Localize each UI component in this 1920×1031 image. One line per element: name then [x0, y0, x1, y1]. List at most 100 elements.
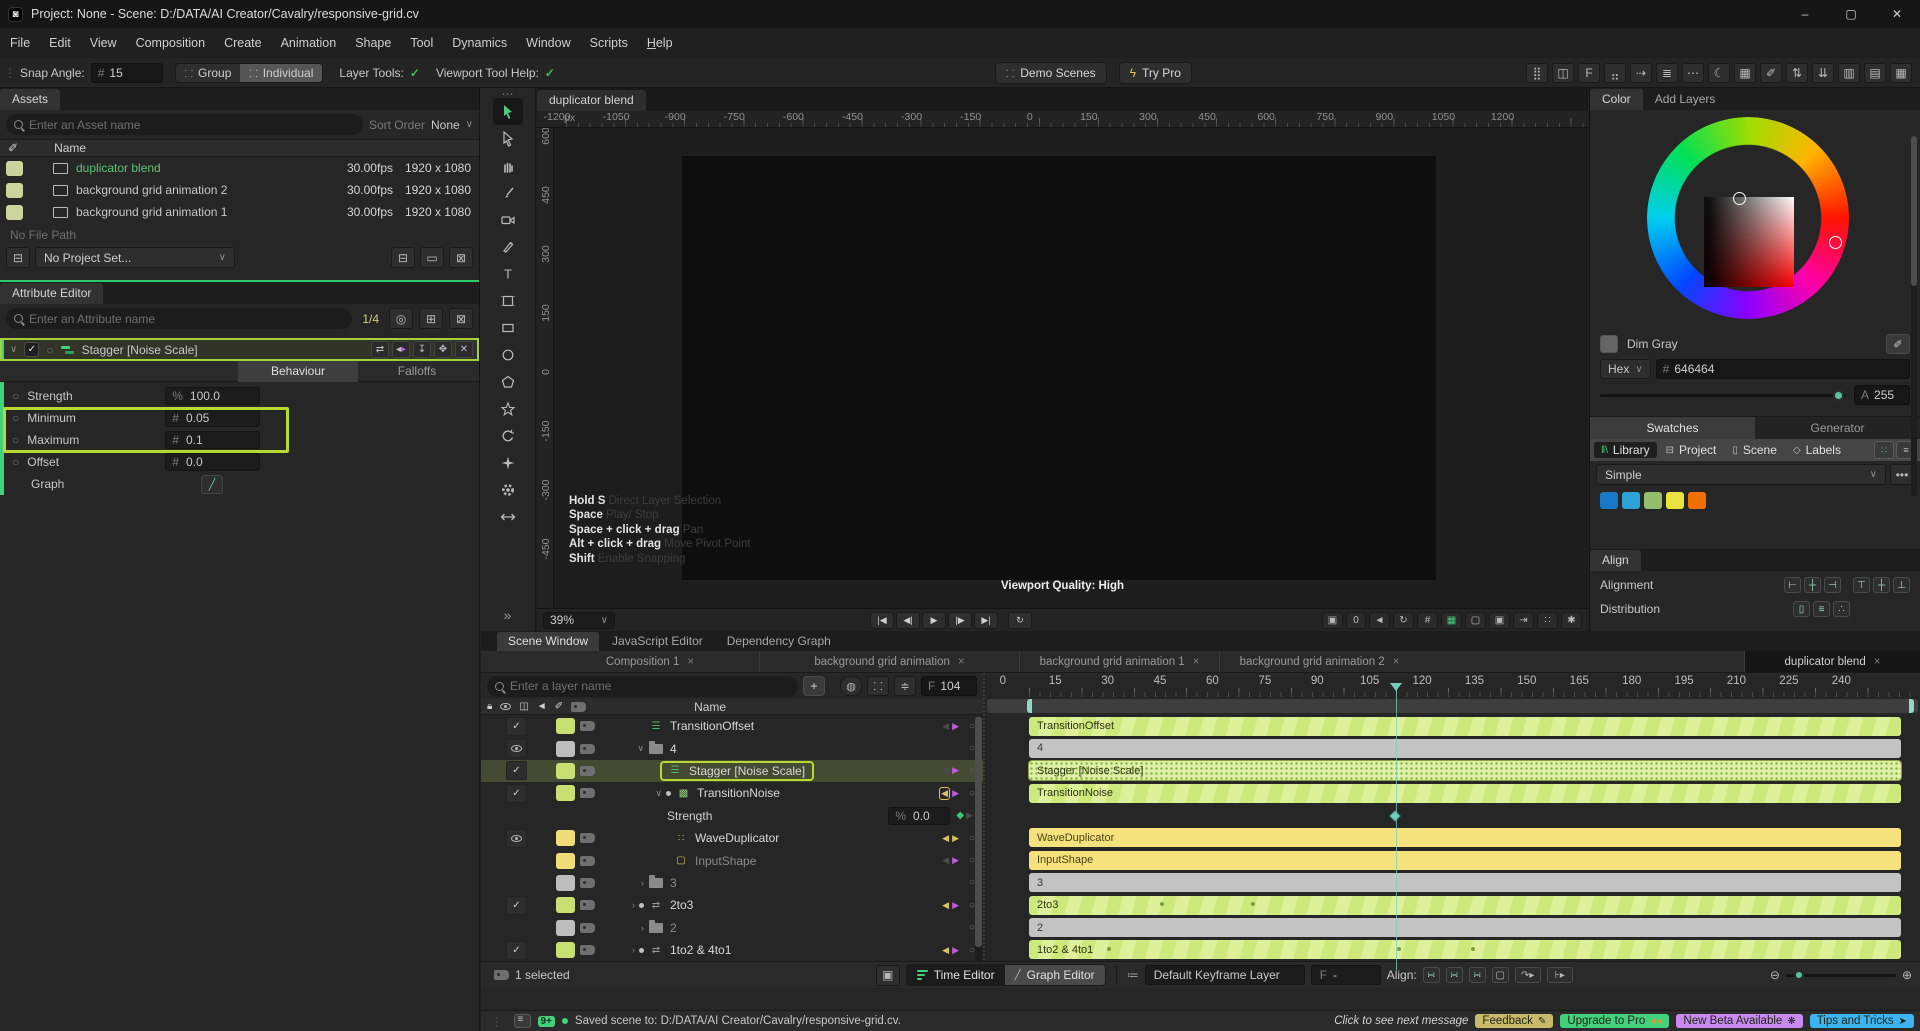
folder-icon[interactable]: ⊟ — [391, 247, 415, 268]
zoom-in-icon[interactable]: ⊕ — [1902, 968, 1912, 982]
settings-tool[interactable] — [493, 476, 523, 503]
asset-row[interactable]: duplicator blend 30.00fps 1920 x 1080 — [0, 157, 479, 179]
tab-falloffs[interactable]: Falloffs — [358, 361, 476, 382]
collapse-icon[interactable]: ∨ — [637, 743, 644, 754]
group-mode-button[interactable]: ⸬ Group — [176, 64, 241, 82]
display-icon[interactable]: ▢ — [1465, 611, 1486, 629]
panel-scrollbar[interactable] — [1911, 136, 1917, 496]
distribute-v-button[interactable]: ≡ — [1813, 601, 1830, 617]
saturation-value-square[interactable] — [1704, 197, 1794, 287]
menu-item[interactable]: Edit — [49, 36, 71, 50]
layer-bar[interactable]: InputShape — [1029, 850, 1901, 870]
align-middle-button[interactable]: ┼ — [1873, 577, 1890, 593]
visibility-toggle[interactable] — [506, 828, 527, 848]
align-right-button[interactable]: ⊣ — [1824, 577, 1841, 593]
demo-scenes-button[interactable]: ⸬ Demo Scenes — [994, 61, 1107, 84]
align-bottom-button[interactable]: ⊥ — [1893, 577, 1910, 593]
clear-icon[interactable]: ⊠ — [449, 308, 473, 329]
add-layers-tab[interactable]: Add Layers — [1643, 89, 1728, 110]
snap-angle-field[interactable]: # 15 — [90, 62, 163, 83]
color-tab[interactable]: Color — [1590, 89, 1643, 110]
sparkle-tool[interactable] — [493, 449, 523, 476]
viewport-tab[interactable]: duplicator blend — [537, 90, 646, 111]
next-keyframe-icon[interactable]: ▶ — [952, 945, 959, 956]
project-tab[interactable]: ⊟ Project — [1659, 442, 1724, 458]
menu-item[interactable]: Help — [647, 36, 673, 50]
trash-icon[interactable]: ⊠ — [449, 247, 473, 268]
artboard-tool[interactable] — [493, 287, 523, 314]
asset-row[interactable]: background grid animation 1 30.00fps 192… — [0, 201, 479, 223]
layer-name[interactable]: InputShape — [695, 854, 756, 868]
maximize-button[interactable]: ▢ — [1828, 0, 1874, 28]
strength-field[interactable]: % 100.0 — [165, 387, 261, 405]
try-pro-button[interactable]: ϟ Try Pro — [1118, 61, 1192, 84]
layer-tools-check-icon[interactable]: ✓ — [410, 66, 420, 80]
editor-tab[interactable]: Dependency Graph — [716, 632, 842, 651]
bounding-box-button[interactable]: ▢ — [1491, 967, 1509, 983]
polygon-tool[interactable] — [493, 368, 523, 395]
layer-row[interactable]: › 3 ○ — [481, 872, 983, 894]
menu-item[interactable]: Dynamics — [452, 36, 507, 50]
zoom-knob[interactable] — [1793, 969, 1804, 980]
tools-expand-icon[interactable]: » — [504, 607, 512, 623]
color-swatch[interactable] — [1600, 492, 1618, 509]
track-row[interactable]: 2 — [985, 917, 1920, 939]
snap-grid-icon[interactable]: # — [1417, 611, 1438, 629]
label-tag-icon[interactable] — [580, 833, 595, 844]
layer-color-chip[interactable] — [556, 785, 575, 802]
layer-name[interactable]: TransitionOffset — [670, 719, 754, 733]
sv-selector[interactable] — [1733, 192, 1746, 205]
move-icon[interactable]: ✥ — [434, 341, 452, 358]
step-forward-button[interactable]: |▶ — [948, 611, 972, 629]
enabled-checkbox[interactable]: ✓ — [506, 761, 527, 781]
label-tag-icon[interactable] — [580, 945, 595, 956]
layer-name[interactable]: 1to2 & 4to1 — [670, 943, 731, 957]
align-left-button[interactable]: ⊢ — [1784, 577, 1801, 593]
pan-tool[interactable] — [493, 152, 523, 179]
asset-name[interactable]: duplicator blend — [76, 161, 327, 175]
feedback-badge[interactable]: Feedback ✎ — [1475, 1014, 1554, 1028]
jump-end-button[interactable]: ▶| — [974, 611, 998, 629]
next-keyframe-icon[interactable]: ▶ — [952, 788, 959, 799]
color-swatch[interactable] — [1666, 492, 1684, 509]
color-swatch[interactable] — [1622, 492, 1640, 509]
layer-color-chip[interactable] — [556, 830, 575, 847]
filter-options-icon[interactable]: ≑ — [894, 676, 916, 696]
menu-item[interactable]: Animation — [281, 36, 337, 50]
toolbar-icon[interactable]: ☾ — [1708, 62, 1730, 83]
timeline[interactable]: 0 15 30 45 60 75 90 105 120 135 150 165 180 195 210 225… — [985, 673, 1920, 980]
scene-tab[interactable]: ▯ Scene — [1725, 442, 1784, 458]
expand-icon[interactable]: › — [641, 923, 644, 933]
prev-keyframe-icon[interactable]: ◀ — [942, 721, 949, 732]
messages-icon[interactable] — [513, 1014, 531, 1028]
keyframe-marker[interactable] — [1470, 946, 1475, 951]
label-tag-icon[interactable] — [580, 877, 595, 888]
toolbar-icon[interactable]: ▦ — [1890, 62, 1912, 83]
composition-tab[interactable]: background grid animation 2 × — [1219, 651, 1419, 672]
layer-bar[interactable]: TransitionOffset — [1029, 716, 1901, 736]
toolbar-icon[interactable]: ⇢ — [1630, 62, 1652, 83]
add-layer-button[interactable]: + — [803, 676, 825, 696]
maximum-field[interactable]: #0.1 — [165, 431, 261, 449]
layer-name[interactable]: 4 — [670, 742, 677, 756]
layer-row[interactable]: ▢ InputShape ◀ ▶ ○ — [481, 849, 983, 871]
frame-offset-field[interactable]: F- — [1310, 965, 1381, 985]
expand-icon[interactable]: › — [632, 945, 635, 955]
graph-button[interactable]: ╱ — [201, 474, 223, 494]
menu-item[interactable]: View — [90, 36, 117, 50]
asset-search-field[interactable] — [6, 114, 363, 135]
toolbar-icon[interactable]: ⣤ — [1604, 62, 1626, 83]
color-mode-select[interactable]: Hex ∨ — [1600, 359, 1651, 379]
dice-icon[interactable]: ∷ — [1537, 611, 1558, 629]
align-keys-right-button[interactable]: ∺ — [1468, 967, 1486, 983]
loop-button[interactable]: ↻ — [1008, 611, 1032, 629]
settings-icon[interactable]: ✱ — [1561, 611, 1582, 629]
layer-name[interactable]: 3 — [670, 876, 677, 890]
keyframe-marker[interactable] — [1159, 902, 1164, 907]
composition-frame[interactable] — [682, 156, 1436, 580]
layer-row[interactable]: ✓ ∨ ▩ TransitionNoise ◀ ▶ ○ — [481, 782, 983, 804]
snap-angle-value[interactable]: 15 — [109, 66, 122, 80]
enabled-checkbox[interactable]: ✓ — [24, 342, 40, 357]
prev-keyframe-icon[interactable]: ◀ — [942, 855, 949, 866]
asset-search-input[interactable] — [29, 117, 355, 132]
